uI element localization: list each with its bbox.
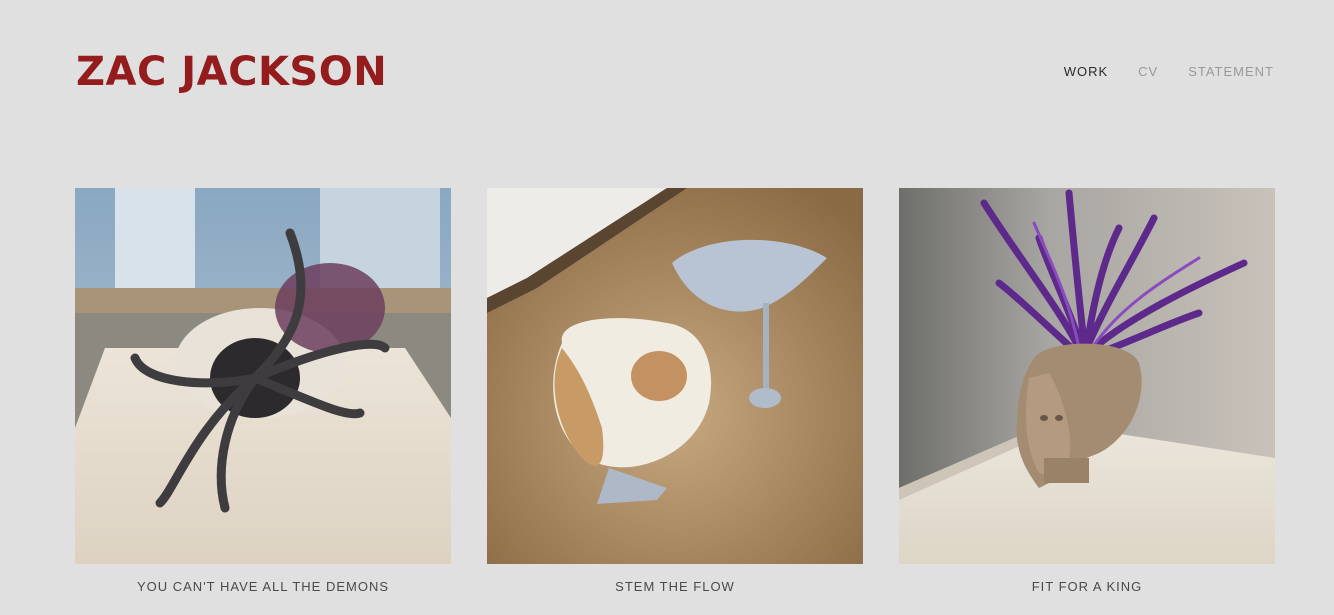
- artwork-image-fit-for-a-king[interactable]: [899, 188, 1275, 564]
- nav-item-statement[interactable]: STATEMENT: [1188, 64, 1274, 80]
- nav-item-work[interactable]: WORK: [1064, 64, 1108, 80]
- work-gallery: YOU CAN'T HAVE ALL THE DEMONS STEM THE F…: [75, 188, 1275, 594]
- main-nav: WORK CV STATEMENT: [1064, 64, 1274, 80]
- artwork-title-demons[interactable]: YOU CAN'T HAVE ALL THE DEMONS: [75, 579, 451, 594]
- artwork-image-stem-the-flow[interactable]: [487, 188, 863, 564]
- artwork-image-demons[interactable]: [75, 188, 451, 564]
- artwork-title-stem-the-flow[interactable]: STEM THE FLOW: [487, 579, 863, 594]
- artwork-title-fit-for-a-king[interactable]: FIT FOR A KING: [899, 579, 1275, 594]
- gallery-item-fit-for-a-king[interactable]: FIT FOR A KING: [899, 188, 1275, 594]
- gallery-item-demons[interactable]: YOU CAN'T HAVE ALL THE DEMONS: [75, 188, 451, 594]
- nav-item-cv[interactable]: CV: [1138, 64, 1158, 80]
- gallery-item-stem-the-flow[interactable]: STEM THE FLOW: [487, 188, 863, 594]
- page: ZAC JACKSON WORK CV STATEMENT YOU CAN'T …: [0, 0, 1334, 615]
- site-title-link[interactable]: ZAC JACKSON: [76, 48, 387, 96]
